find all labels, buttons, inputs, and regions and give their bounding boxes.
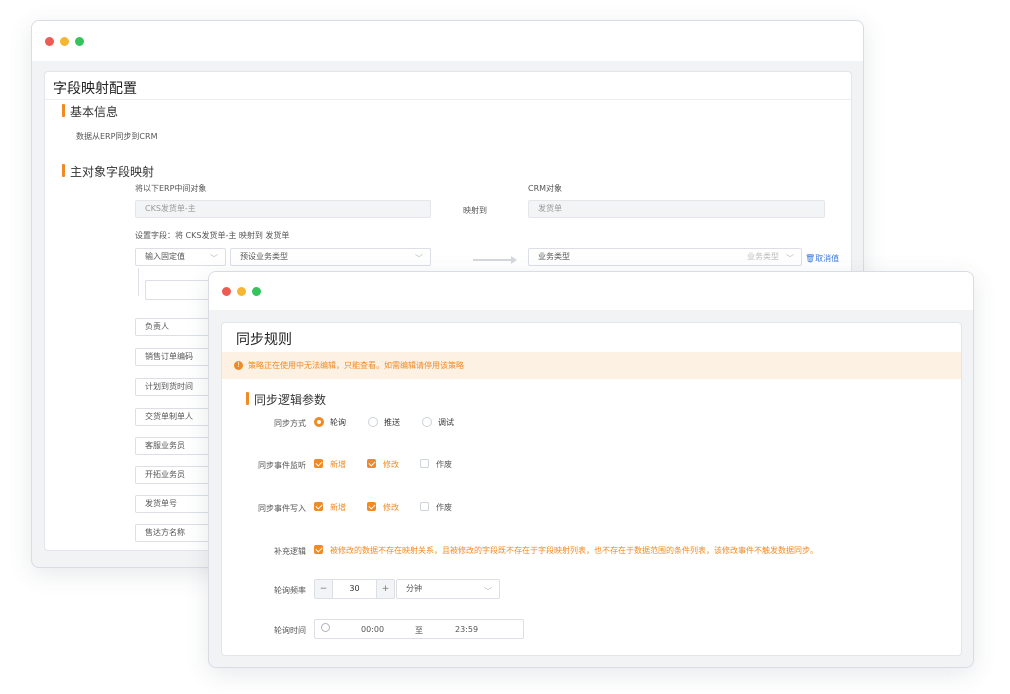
checkbox-checked-icon (367, 459, 376, 468)
clock-icon (321, 623, 330, 632)
checkbox-unchecked-icon (420, 459, 429, 468)
preset-field-text: 预设业务类型 (240, 252, 288, 261)
sub-field-box[interactable] (145, 280, 215, 300)
warning-icon: ! (234, 361, 243, 370)
maximize-dot-icon[interactable] (75, 37, 84, 46)
sync-panel: 同步规则 ! 策略正在使用中无法编辑，只能查看。如需编辑请停用该策略 同步逻辑参数… (221, 322, 962, 656)
checkbox-checked-icon (367, 502, 376, 511)
checkbox-unchecked-icon (420, 502, 429, 511)
sync-title: 同步规则 (236, 332, 292, 348)
sync-params-heading: 同步逻辑参数 (246, 391, 326, 408)
tree-connector (138, 268, 139, 296)
page-title: 字段映射配置 (53, 81, 137, 97)
radio-unchecked-icon (368, 416, 378, 427)
poll-freq-value[interactable]: 30 (333, 580, 376, 598)
poll-freq-stepper[interactable]: − 30 + (314, 579, 395, 599)
chevron-down-icon: ﹀ (786, 254, 794, 263)
supplement-text: 被修改的数据不存在映射关系，且被修改的字段既不存在于字段映射列表，也不存在于数据… (330, 546, 818, 555)
radio-checked-icon (314, 416, 324, 427)
field-row-service-staff[interactable]: 客服业务员 (135, 437, 210, 455)
maximize-dot-icon[interactable] (252, 287, 261, 296)
write-void-label: 作废 (436, 503, 452, 512)
set-field-label: 设置字段：将 CKS发货单-主 映射到 发货单 (135, 231, 290, 240)
write-modify-checkbox[interactable]: 修改 (367, 502, 399, 513)
target-label: CRM对象 (528, 184, 563, 193)
chevron-down-icon: ﹀ (484, 587, 492, 596)
readonly-warning-banner: ! 策略正在使用中无法编辑，只能查看。如需编辑请停用该策略 (222, 352, 961, 379)
listen-modify-checkbox[interactable]: 修改 (367, 459, 399, 470)
listen-void-label: 作废 (436, 460, 452, 469)
supplement-checkbox[interactable]: 被修改的数据不存在映射关系，且被修改的字段既不存在于字段映射列表，也不存在于数据… (314, 545, 818, 556)
source-object-field[interactable]: CKS发货单-主 (135, 200, 431, 218)
start-time[interactable]: 00:00 (361, 625, 384, 634)
window-titlebar (209, 272, 973, 310)
checkbox-checked-icon (314, 459, 323, 468)
title-divider (45, 99, 851, 100)
radio-debug-label: 调试 (438, 418, 454, 427)
poll-freq-label: 轮询频率 (274, 586, 306, 595)
preset-field-select[interactable]: 预设业务类型 ﹀ (230, 248, 431, 266)
warning-text: 策略正在使用中无法编辑，只能查看。如需编辑请停用该策略 (248, 361, 464, 370)
poll-time-label: 轮询时间 (274, 626, 306, 635)
radio-push[interactable]: 推送 (368, 416, 400, 428)
listen-add-label: 新增 (330, 460, 346, 469)
poll-unit-text: 分钟 (406, 584, 422, 593)
field-row-owner[interactable]: 负责人 (135, 318, 210, 336)
radio-poll-label: 轮询 (330, 418, 346, 427)
sync-rules-window: 同步规则 ! 策略正在使用中无法编辑，只能查看。如需编辑请停用该策略 同步逻辑参数… (208, 271, 974, 668)
close-dot-icon[interactable] (222, 287, 231, 296)
chevron-down-icon: ﹀ (210, 254, 218, 263)
poll-unit-select[interactable]: 分钟 ﹀ (396, 579, 500, 599)
field-row-delivery-no[interactable]: 发货单号 (135, 495, 210, 513)
chevron-down-icon: ﹀ (415, 254, 423, 263)
range-separator: 至 (415, 626, 423, 635)
write-add-label: 新增 (330, 503, 346, 512)
plus-button[interactable]: + (376, 580, 394, 598)
value-type-select[interactable]: 输入固定值 ﹀ (135, 248, 226, 266)
window-titlebar (32, 21, 863, 61)
cancel-value-text: 取消值 (815, 254, 840, 263)
minimize-dot-icon[interactable] (60, 37, 69, 46)
field-row-sold-to[interactable]: 售达方名称 (135, 524, 210, 542)
checkbox-checked-icon (314, 502, 323, 511)
main-mapping-heading: 主对象字段映射 (62, 163, 154, 180)
write-add-checkbox[interactable]: 新增 (314, 502, 346, 513)
radio-push-label: 推送 (384, 418, 400, 427)
end-time[interactable]: 23:59 (455, 625, 478, 634)
sync-mode-label: 同步方式 (274, 419, 306, 428)
basic-info-desc: 数据从ERP同步到CRM (76, 132, 158, 141)
field-row-delivery-maker[interactable]: 交货单制单人 (135, 408, 210, 426)
listen-add-checkbox[interactable]: 新增 (314, 459, 346, 470)
supplement-label: 补充逻辑 (274, 547, 306, 556)
source-label: 将以下ERP中间对象 (135, 184, 207, 193)
write-modify-label: 修改 (383, 503, 399, 512)
write-void-checkbox[interactable]: 作废 (420, 502, 452, 513)
map-to-label: 映射到 (463, 206, 487, 215)
trash-icon: 🗑 (805, 254, 816, 263)
listen-void-checkbox[interactable]: 作废 (420, 459, 452, 470)
crm-field-select[interactable]: 业务类型 业务类型 ﹀ (528, 248, 802, 266)
event-write-label: 同步事件写入 (258, 504, 306, 513)
value-type-text: 输入固定值 (145, 252, 185, 261)
event-listen-label: 同步事件监听 (258, 461, 306, 470)
target-object-field[interactable]: 发货单 (528, 200, 825, 218)
radio-unchecked-icon (422, 416, 432, 427)
poll-time-range[interactable]: 00:00 至 23:59 (314, 619, 524, 639)
crm-field-text: 业务类型 (538, 252, 570, 261)
field-row-arrival-time[interactable]: 计划到货时间 (135, 378, 210, 396)
radio-debug[interactable]: 调试 (422, 416, 454, 428)
mapping-arrow-icon (473, 256, 517, 264)
radio-poll[interactable]: 轮询 (314, 416, 346, 428)
minus-button[interactable]: − (315, 580, 333, 598)
listen-modify-label: 修改 (383, 460, 399, 469)
field-row-sales-staff[interactable]: 开拓业务员 (135, 466, 210, 484)
cancel-value-link[interactable]: 🗑取消值 (805, 253, 839, 264)
crm-field-hint: 业务类型 (747, 252, 779, 261)
basic-info-heading: 基本信息 (62, 103, 118, 120)
close-dot-icon[interactable] (45, 37, 54, 46)
minimize-dot-icon[interactable] (237, 287, 246, 296)
checkbox-checked-icon (314, 545, 323, 554)
field-row-order-code[interactable]: 销售订单编码 (135, 348, 210, 366)
